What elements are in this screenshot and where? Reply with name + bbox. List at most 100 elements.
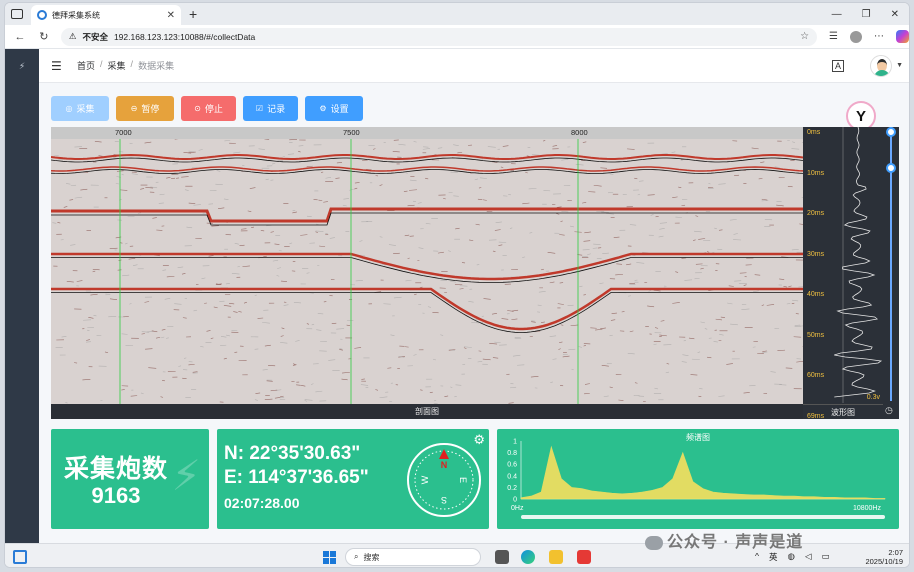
clock-date: 2025/10/19	[865, 557, 903, 566]
minimize-icon[interactable]: —	[832, 9, 842, 20]
chevron-up-icon[interactable]: ^	[755, 551, 759, 563]
waveform-panel: 0ms 10ms 20ms 30ms 40ms 50ms 60ms 69ms 0.3v 波形图	[803, 127, 883, 420]
main-content: ☰ 首页 / 采集 / 数据采集 A ▼ ◎ 采集 ⊖ 暂停 ⊙ 停止 ☑ 记录 ⚙ 设置…	[39, 49, 909, 543]
settings-button[interactable]: ⚙ 设置	[305, 96, 363, 121]
spectrum-y-tick: 0.8	[507, 450, 517, 457]
waveform-time-label: 50ms	[807, 331, 825, 339]
stop-icon: ⊙	[194, 104, 201, 113]
spectrum-card: 频谱图 0 0.2 0.4 0.6 0.8 1 0Hz 10800Hz	[497, 429, 899, 529]
spectrum-chart: 0 0.2 0.4 0.6 0.8 1 0Hz 10800Hz	[507, 439, 886, 519]
bolt-icon: ⚡	[171, 452, 202, 499]
search-icon: ⌕	[354, 552, 359, 561]
spectrum-area	[520, 445, 886, 500]
settings-label: 设置	[330, 104, 349, 114]
url-text: 192.168.123.123:10088/#/collectData	[113, 31, 256, 42]
spectrum-x-tick: 0Hz	[511, 505, 524, 512]
browser-window: 德拜采集系统 ✕ + — ❐ ✕ ← ↻ ⚠ 不安全 192.168.123.1…	[4, 2, 910, 568]
spectrum-range-slider[interactable]	[521, 515, 885, 519]
record-button[interactable]: ☑ 记录	[243, 96, 298, 121]
text-size-icon[interactable]: A	[832, 59, 845, 72]
clock-time: 2:07	[888, 548, 903, 557]
trace-tick: 7500	[343, 128, 360, 137]
widgets-icon[interactable]	[13, 550, 27, 564]
collect-button[interactable]: ◎ 采集	[51, 96, 109, 121]
seismic-profile-image	[51, 139, 803, 404]
site-logo-icon	[37, 10, 47, 20]
gear-icon: ⚙	[319, 104, 327, 113]
ime-indicator[interactable]: 英	[769, 551, 778, 563]
stop-label: 停止	[204, 104, 223, 114]
seismic-section-panel: 7000 7500 8000 剖面图	[51, 127, 803, 419]
play-icon: ◎	[65, 104, 73, 113]
network-icon[interactable]: ◍	[788, 551, 795, 563]
more-icon[interactable]: ⋯	[874, 31, 884, 42]
taskbar-search[interactable]: ⌕ 搜索	[345, 548, 481, 566]
security-warning: 不安全	[82, 31, 108, 42]
edge-icon[interactable]	[521, 550, 535, 564]
user-avatar[interactable]	[870, 54, 893, 77]
bolt-icon[interactable]: ⚡	[5, 61, 39, 72]
slider-handle[interactable]	[886, 163, 896, 173]
battery-icon[interactable]: ▭	[821, 551, 829, 563]
close-window-icon[interactable]: ✕	[891, 9, 899, 20]
back-icon[interactable]: ←	[11, 31, 29, 43]
restore-icon[interactable]: ❐	[862, 9, 871, 20]
file-explorer-icon[interactable]	[549, 550, 563, 564]
pause-button[interactable]: ⊖ 暂停	[116, 96, 174, 121]
waveform-time-label: 20ms	[807, 210, 825, 217]
favorite-star-icon[interactable]: ☆	[800, 31, 809, 42]
copilot-icon[interactable]	[896, 30, 909, 43]
chevron-down-icon[interactable]: ▼	[896, 62, 903, 69]
trace-tick: 7000	[115, 128, 132, 137]
watermark-text: 公众号 · 声声是道	[667, 534, 804, 551]
tab-actions-icon[interactable]	[11, 9, 23, 19]
trace-tick: 8000	[571, 128, 588, 137]
tab-strip: 德拜采集系统 ✕ + — ❐ ✕	[5, 3, 909, 25]
spectrum-x-tick: 10800Hz	[853, 505, 882, 512]
taskbar-search-label: 搜索	[363, 552, 380, 562]
browser-tab[interactable]: 德拜采集系统 ✕	[31, 5, 181, 25]
clock[interactable]: 2:07 2025/10/19	[865, 548, 903, 566]
latitude: N: 22°35'30.63"	[224, 443, 361, 464]
breadcrumb: 首页 / 采集 / 数据采集	[77, 59, 174, 72]
task-view-icon[interactable]	[495, 550, 509, 564]
new-tab-button[interactable]: +	[189, 6, 197, 22]
app-header: ☰ 首页 / 采集 / 数据采集 A ▼	[39, 49, 909, 83]
pause-label: 暂停	[141, 104, 160, 114]
section-title: 剖面图	[51, 404, 803, 419]
profile-avatar[interactable]	[850, 30, 862, 43]
address-bar: ← ↻ ⚠ 不安全 192.168.123.123:10088/#/collec…	[5, 25, 909, 49]
gain-slider[interactable]: ◷	[883, 127, 899, 419]
breadcrumb-collect[interactable]: 采集	[108, 59, 126, 72]
wps-icon[interactable]	[577, 550, 591, 564]
collect-label: 采集	[76, 104, 95, 114]
waveform-time-label: 10ms	[807, 169, 825, 177]
action-toolbar: ◎ 采集 ⊖ 暂停 ⊙ 停止 ☑ 记录 ⚙ 设置	[51, 96, 363, 121]
waveform-time-label: 60ms	[807, 372, 825, 379]
pause-icon: ⊖	[130, 104, 138, 113]
menu-toggle-icon[interactable]: ☰	[51, 59, 65, 73]
stop-button[interactable]: ⊙ 停止	[181, 96, 236, 121]
spectrum-y-tick: 0.4	[507, 473, 517, 480]
volume-icon[interactable]: ◁	[805, 551, 812, 563]
clock-icon[interactable]: ◷	[885, 405, 893, 416]
compass-icon: N E S W	[407, 443, 481, 517]
start-button[interactable]	[323, 551, 336, 564]
slider-handle-top[interactable]	[886, 127, 896, 137]
shot-count-label: 采集炮数	[63, 455, 168, 483]
gps-time: 02:07:28.00	[224, 495, 300, 511]
waveform-trace	[834, 127, 883, 403]
waveform-time-label: 0ms	[807, 129, 821, 136]
spectrum-y-tick: 0.6	[507, 462, 517, 469]
compass-east: E	[458, 477, 468, 483]
record-label: 记录	[267, 104, 286, 114]
breadcrumb-home[interactable]: 首页	[77, 59, 95, 72]
shot-count-value: 9163	[91, 483, 141, 508]
voltage-label: 0.3v	[866, 394, 880, 401]
compass-south: S	[441, 495, 447, 505]
refresh-icon[interactable]: ↻	[35, 30, 53, 43]
collections-icon[interactable]: ☰	[829, 31, 838, 42]
system-tray: ^ 英 ◍ ◁ ▭	[755, 551, 830, 563]
url-field[interactable]: ⚠ 不安全 192.168.123.123:10088/#/collectDat…	[60, 27, 818, 46]
close-tab-icon[interactable]: ✕	[167, 10, 175, 21]
